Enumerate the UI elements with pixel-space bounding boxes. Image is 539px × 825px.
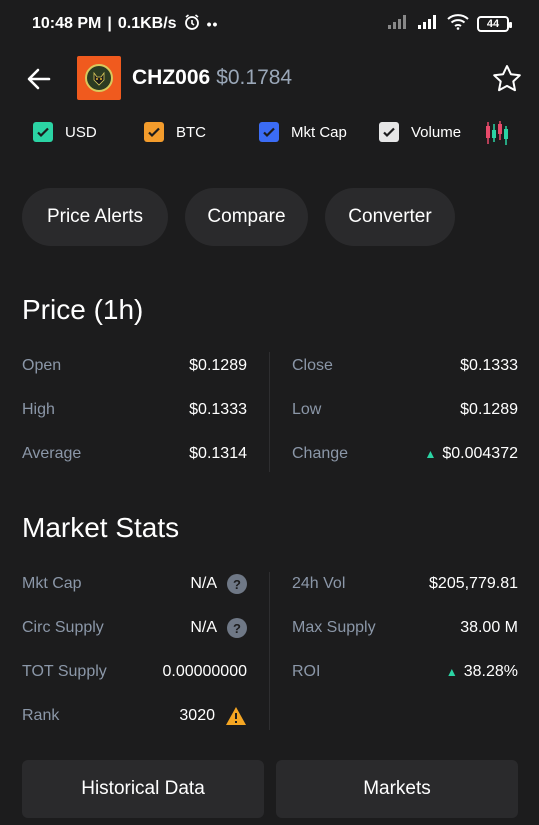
stat-label: 24h Vol	[292, 575, 346, 592]
signal-icon-2	[417, 14, 439, 35]
stat-value: 0.00000000	[162, 663, 247, 680]
toggle-mkt-cap-label: Mkt Cap	[291, 123, 347, 141]
stat-label: TOT Supply	[22, 663, 107, 680]
stat-row-close: Close $0.1333	[270, 354, 539, 378]
stat-label: Change	[292, 445, 349, 462]
coin-title: CHZ006 $0.1784	[132, 66, 292, 90]
candlestick-chart-icon[interactable]	[485, 120, 509, 146]
coin-price: $0.1784	[216, 66, 293, 89]
compare-button[interactable]: Compare	[185, 188, 308, 246]
stat-value-wrap: 3020	[179, 706, 247, 726]
checkbox-volume[interactable]	[379, 122, 399, 142]
help-icon[interactable]: ?	[227, 618, 247, 638]
stat-label: Open	[22, 357, 62, 374]
stat-value: $205,779.81	[429, 575, 518, 592]
stat-label: High	[22, 401, 55, 418]
stat-row-roi: ROI ▲ 38.28%	[270, 660, 539, 684]
status-separator: |	[107, 15, 112, 32]
toggle-btc[interactable]: BTC	[144, 122, 206, 142]
alarm-icon	[183, 13, 201, 36]
stat-label: Mkt Cap	[22, 575, 82, 592]
stat-value-wrap: ▲ 38.28%	[446, 663, 518, 681]
favorite-star-icon[interactable]	[491, 63, 523, 95]
stat-value: $0.1333	[460, 357, 518, 374]
converter-button[interactable]: Converter	[325, 188, 455, 246]
stat-label: Low	[292, 401, 322, 418]
stat-value: $0.1289	[189, 357, 247, 374]
status-bar: 10:48 PM | 0.1KB/s •• 44	[0, 0, 539, 48]
signal-icon	[387, 14, 409, 35]
stat-value: 3020	[179, 707, 215, 724]
status-dots: ••	[206, 16, 219, 32]
historical-data-button[interactable]: Historical Data	[22, 760, 264, 818]
checkbox-btc[interactable]	[144, 122, 164, 142]
stat-value: $0.1333	[189, 401, 247, 418]
help-icon[interactable]: ?	[227, 574, 247, 594]
coin-logo-emblem	[85, 64, 113, 92]
status-left: 10:48 PM | 0.1KB/s ••	[32, 13, 218, 36]
stat-value-wrap: ▲ $0.004372	[424, 445, 518, 463]
toggle-volume[interactable]: Volume	[379, 122, 461, 142]
stat-value: N/A	[190, 575, 217, 592]
stat-label: Circ Supply	[22, 619, 104, 636]
status-right: 44	[387, 13, 512, 35]
toggle-mkt-cap[interactable]: Mkt Cap	[259, 122, 347, 142]
stat-value: $0.1314	[189, 445, 247, 462]
toggle-btc-label: BTC	[176, 123, 206, 141]
back-arrow-icon[interactable]	[24, 64, 54, 94]
coin-symbol: CHZ006	[132, 66, 211, 89]
stat-value: $0.1289	[460, 401, 518, 418]
stat-label: ROI	[292, 663, 321, 680]
stat-label: Max Supply	[292, 619, 376, 636]
warning-icon[interactable]	[225, 706, 247, 726]
stat-value: $0.004372	[442, 445, 518, 462]
stat-row-circ-supply: Circ Supply N/A ?	[0, 616, 270, 640]
stat-row-mkt-cap: Mkt Cap N/A ?	[0, 572, 270, 596]
up-triangle-icon: ▲	[424, 447, 437, 461]
header: CHZ006 $0.1784	[0, 54, 539, 104]
stat-row-tot-supply: TOT Supply 0.00000000	[0, 660, 270, 684]
up-triangle-icon: ▲	[445, 665, 458, 679]
stat-row-change: Change ▲ $0.004372	[270, 442, 539, 466]
stat-label: Average	[22, 445, 82, 462]
toggle-usd-label: USD	[65, 123, 97, 141]
price-alerts-button[interactable]: Price Alerts	[22, 188, 168, 246]
markets-button[interactable]: Markets	[276, 760, 518, 818]
coin-logo	[77, 56, 121, 100]
status-time: 10:48 PM	[32, 15, 102, 32]
stat-row-24h-vol: 24h Vol $205,779.81	[270, 572, 539, 596]
stat-row-open: Open $0.1289	[0, 354, 270, 378]
toggle-volume-label: Volume	[411, 123, 462, 141]
stat-row-average: Average $0.1314	[0, 442, 270, 466]
price-section-title: Price (1h)	[22, 294, 144, 325]
stat-label: Rank	[22, 707, 60, 724]
wifi-icon	[447, 13, 469, 35]
stat-row-rank: Rank 3020	[0, 704, 270, 728]
status-speed: 0.1KB/s	[117, 15, 177, 32]
market-section-title: Market Stats	[22, 512, 180, 543]
checkbox-usd[interactable]	[33, 122, 53, 142]
stat-value: 38.00 M	[460, 619, 518, 636]
stat-value: 38.28%	[463, 663, 518, 680]
toggle-usd[interactable]: USD	[33, 122, 97, 142]
stat-label: Close	[292, 357, 333, 374]
checkbox-mkt-cap[interactable]	[259, 122, 279, 142]
stat-row-max-supply: Max Supply 38.00 M	[270, 616, 539, 640]
stat-value-wrap: N/A ?	[190, 618, 247, 638]
stat-row-high: High $0.1333	[0, 398, 270, 422]
battery-icon: 44	[477, 16, 512, 32]
stat-row-low: Low $0.1289	[270, 398, 539, 422]
chart-toggles: USD BTC Mkt Cap Volume	[0, 118, 539, 152]
stat-value: N/A	[190, 619, 217, 636]
stat-value-wrap: N/A ?	[190, 574, 247, 594]
